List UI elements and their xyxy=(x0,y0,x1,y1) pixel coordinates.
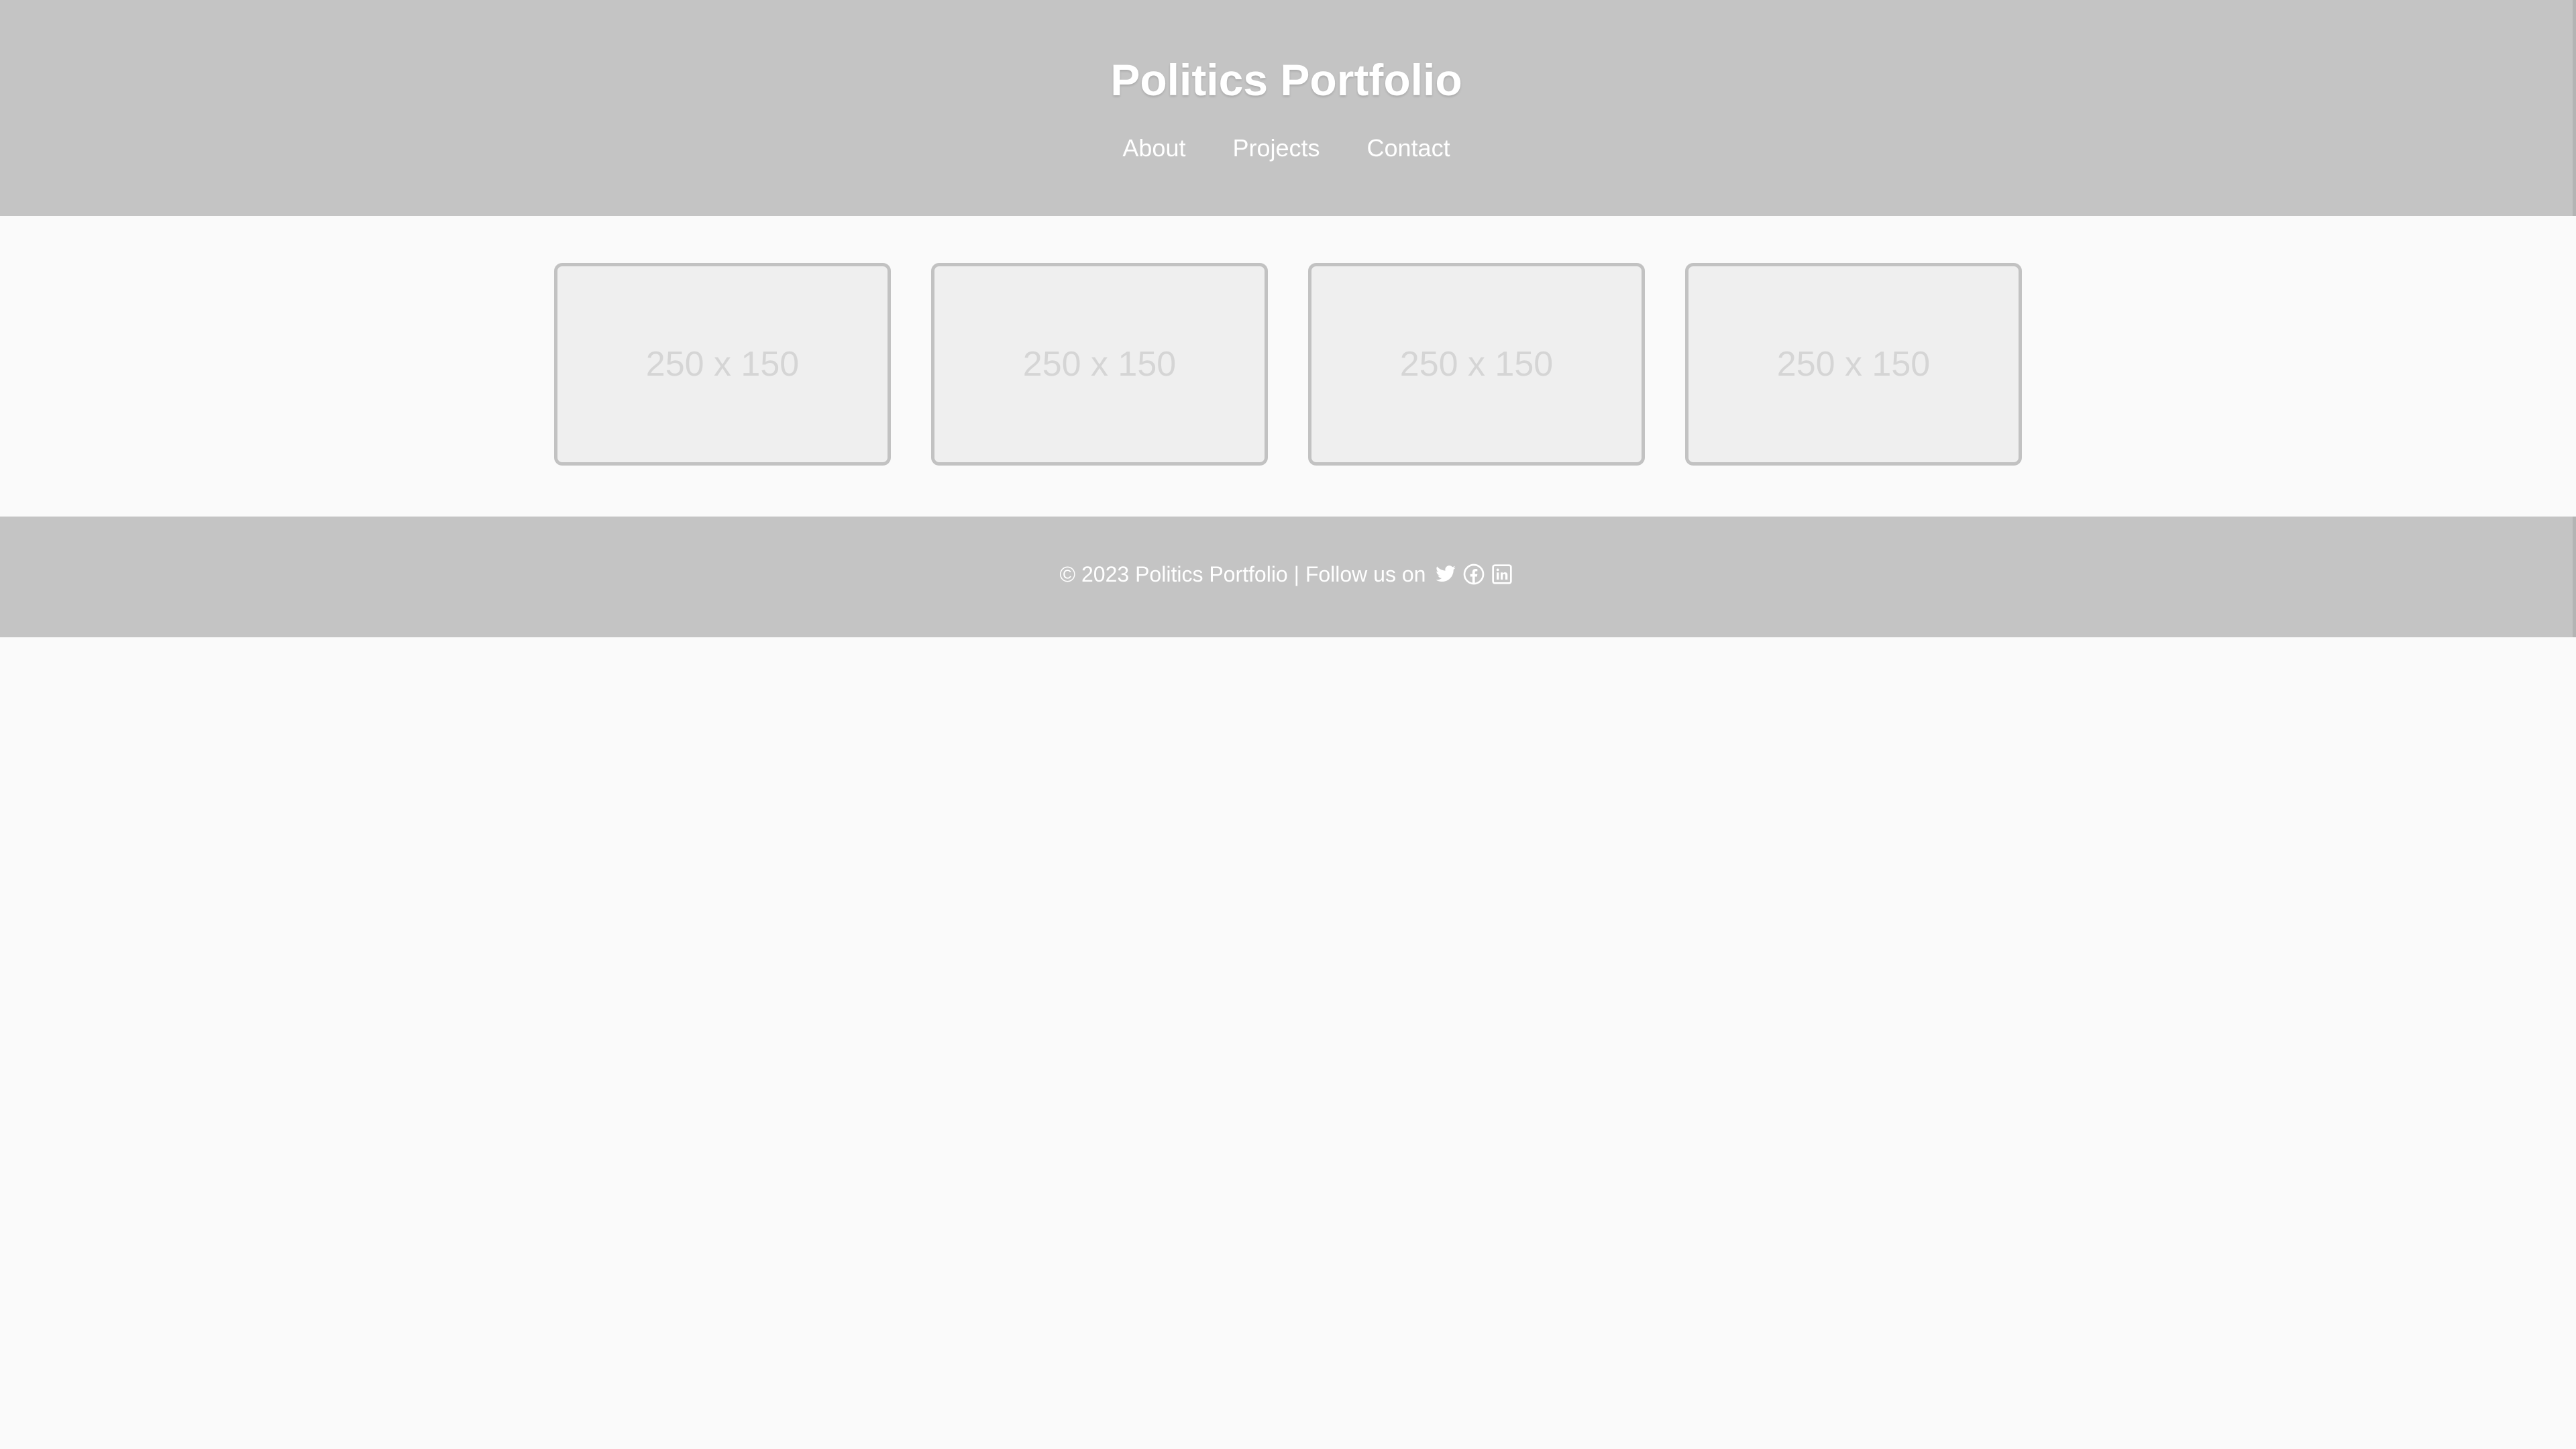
site-title: Politics Portfolio xyxy=(1110,55,1462,105)
twitter-icon[interactable] xyxy=(1435,564,1456,585)
linkedin-icon[interactable] xyxy=(1491,564,1513,585)
site-header: Politics Portfolio About Projects Contac… xyxy=(0,0,2576,216)
footer-line: © 2023 Politics Portfolio | Follow us on xyxy=(0,559,2573,589)
project-thumbnail[interactable]: 250 x 150 xyxy=(1308,263,1645,466)
placeholder-label: 250 x 150 xyxy=(1776,345,1931,384)
nav-link-contact[interactable]: Contact xyxy=(1367,131,1450,165)
placeholder-label: 250 x 150 xyxy=(1022,345,1177,384)
nav-link-about[interactable]: About xyxy=(1122,131,1185,165)
facebook-icon[interactable] xyxy=(1463,564,1485,585)
nav-link-projects[interactable]: Projects xyxy=(1232,131,1320,165)
project-thumbnail[interactable]: 250 x 150 xyxy=(554,263,891,466)
site-footer: © 2023 Politics Portfolio | Follow us on xyxy=(0,517,2576,637)
placeholder-label: 250 x 150 xyxy=(1399,345,1554,384)
main-nav: About Projects Contact xyxy=(0,131,2573,165)
placeholder-label: 250 x 150 xyxy=(645,345,800,384)
project-thumbnail[interactable]: 250 x 150 xyxy=(931,263,1268,466)
project-gallery: 250 x 150 250 x 150 250 x 150 250 x 150 xyxy=(0,263,2576,466)
social-links xyxy=(1435,564,1513,585)
project-thumbnail[interactable]: 250 x 150 xyxy=(1685,263,2022,466)
footer-text: © 2023 Politics Portfolio | Follow us on xyxy=(1059,562,1426,586)
